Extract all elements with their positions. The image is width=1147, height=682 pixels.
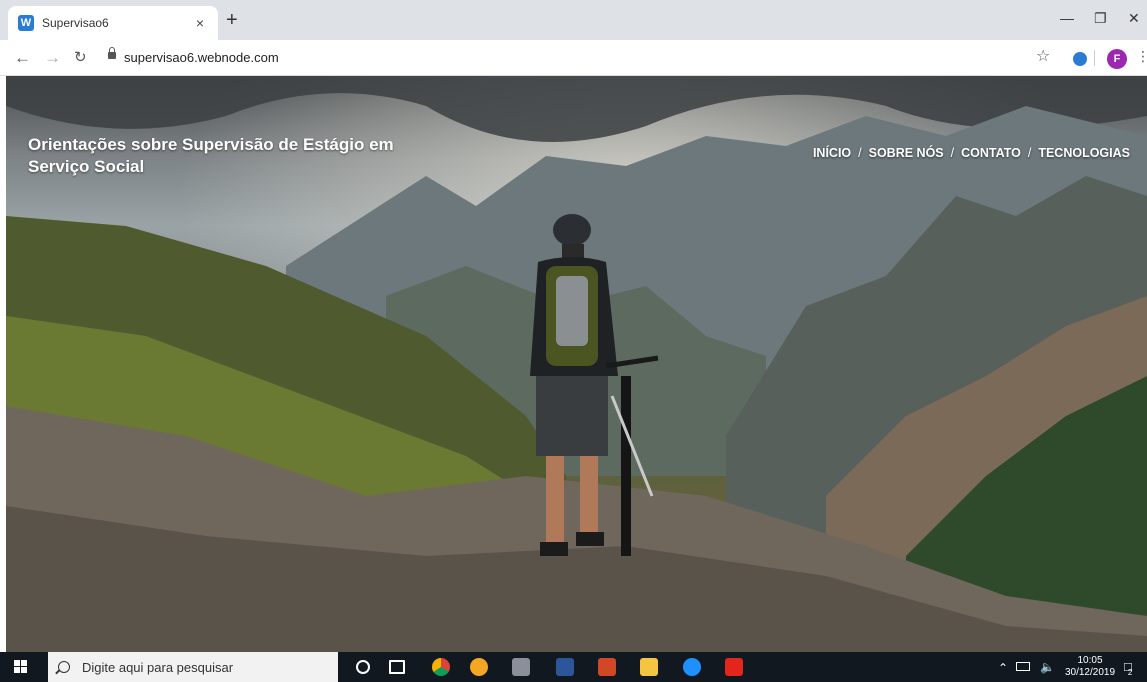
clock-time: 10:05 bbox=[1077, 655, 1103, 666]
notification-count: 2 bbox=[1127, 668, 1133, 677]
word-icon[interactable] bbox=[556, 658, 574, 676]
tab-title: Supervisao6 bbox=[42, 16, 109, 30]
taskbar-search-box[interactable]: Digite aqui para pesquisar bbox=[48, 652, 338, 682]
reload-icon[interactable]: ↻ bbox=[74, 48, 87, 68]
toolbar-divider bbox=[1094, 50, 1095, 66]
new-tab-button[interactable]: + bbox=[226, 10, 238, 30]
extension-icon[interactable] bbox=[1073, 52, 1087, 66]
site-title[interactable]: Orientações sobre Supervisão de Estágio … bbox=[28, 134, 428, 178]
nav-separator: / bbox=[950, 146, 955, 160]
lock-icon bbox=[108, 47, 116, 59]
profile-avatar[interactable]: F bbox=[1107, 49, 1127, 69]
browser-tab[interactable]: W Supervisao6 × bbox=[8, 6, 218, 40]
browser-toolbar: ← → ↻ supervisao6.webnode.com ☆ F ⋮ bbox=[0, 40, 1147, 76]
task-view-icon[interactable] bbox=[389, 660, 405, 674]
windows-taskbar: Digite aqui para pesquisar ⌃ 🔈 10:05 30/… bbox=[0, 652, 1147, 682]
nav-contato[interactable]: CONTATO bbox=[961, 146, 1021, 160]
acrobat-icon[interactable] bbox=[725, 658, 743, 676]
nav-separator: / bbox=[1027, 146, 1032, 160]
tab-close-icon[interactable]: × bbox=[192, 15, 208, 31]
edge-icon[interactable] bbox=[683, 658, 701, 676]
battery-icon[interactable] bbox=[1016, 662, 1030, 671]
webnode-favicon-icon: W bbox=[18, 15, 34, 31]
cortana-icon[interactable] bbox=[356, 660, 370, 674]
notifications-icon[interactable]: □2 bbox=[1124, 659, 1136, 677]
chrome-icon[interactable] bbox=[432, 658, 450, 676]
system-clock[interactable]: 10:05 30/12/2019 bbox=[1063, 655, 1117, 679]
nav-separator: / bbox=[858, 146, 862, 160]
pinwheel-app-icon[interactable] bbox=[470, 658, 488, 676]
forward-icon[interactable]: → bbox=[44, 48, 61, 68]
back-icon[interactable]: ← bbox=[14, 48, 31, 68]
search-icon bbox=[58, 661, 70, 673]
close-window-icon[interactable]: ✕ bbox=[1128, 10, 1140, 27]
site-navigation: INÍCIO / SOBRE NÓS / CONTATO / TECNOLOGI… bbox=[813, 146, 1130, 160]
windows-start-icon[interactable] bbox=[14, 660, 28, 674]
volume-icon[interactable]: 🔈 bbox=[1040, 660, 1055, 674]
powerpoint-icon[interactable] bbox=[598, 658, 616, 676]
browser-tab-strip: W Supervisao6 × + — ❐ ✕ bbox=[0, 0, 1147, 40]
restore-icon[interactable]: ❐ bbox=[1094, 10, 1107, 27]
search-placeholder: Digite aqui para pesquisar bbox=[82, 659, 234, 675]
file-app-icon[interactable] bbox=[512, 658, 530, 676]
minimize-icon[interactable]: — bbox=[1060, 10, 1074, 26]
menu-kebab-icon[interactable]: ⋮ bbox=[1136, 48, 1147, 65]
nav-inicio[interactable]: INÍCIO bbox=[813, 146, 851, 160]
bookmark-star-icon[interactable]: ☆ bbox=[1036, 46, 1050, 66]
nav-tecnologias[interactable]: TECNOLOGIAS bbox=[1038, 146, 1130, 160]
nav-sobre-nos[interactable]: SOBRE NÓS bbox=[869, 146, 944, 160]
tray-chevron-icon[interactable]: ⌃ bbox=[998, 661, 1008, 675]
hero-image: Orientações sobre Supervisão de Estágio … bbox=[6, 76, 1147, 652]
address-bar[interactable]: supervisao6.webnode.com bbox=[124, 50, 279, 65]
file-explorer-icon[interactable] bbox=[640, 658, 658, 676]
clock-date: 30/12/2019 bbox=[1064, 667, 1116, 678]
